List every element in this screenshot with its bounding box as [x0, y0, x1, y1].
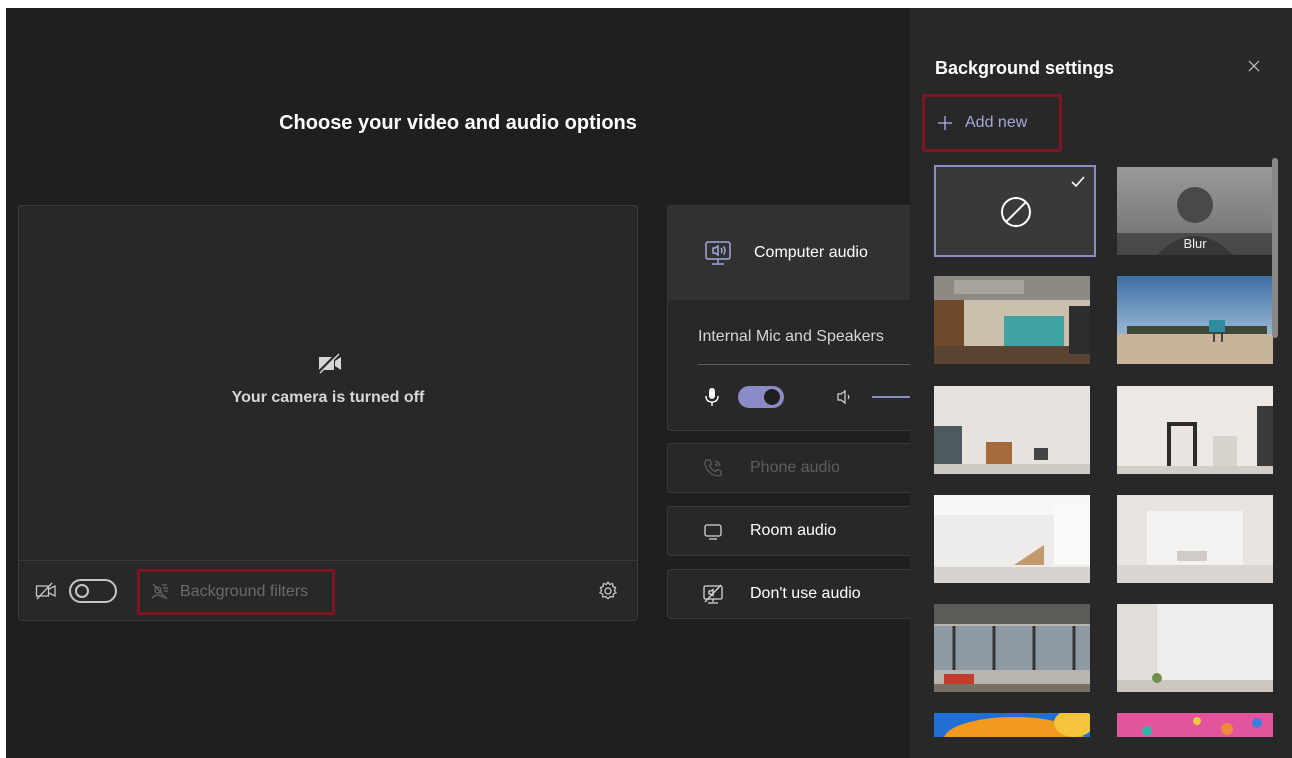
checkmark-icon — [1071, 176, 1085, 188]
background-filters-icon — [151, 583, 168, 600]
no-audio-option[interactable]: Don't use audio — [667, 569, 927, 619]
phone-audio-option[interactable]: Phone audio — [667, 443, 927, 493]
background-filters-label: Background filters — [180, 583, 309, 600]
white-corner-room-image — [1117, 604, 1273, 692]
background-white-room-mirror-option[interactable] — [1117, 386, 1273, 474]
add-new-label: Add new — [965, 114, 1028, 131]
computer-audio-label: Computer audio — [754, 244, 868, 261]
industrial-loft-image — [934, 604, 1090, 692]
computer-audio-panel: Computer audio Internal Mic and Speakers — [667, 205, 927, 431]
white-studio-image — [1117, 495, 1273, 583]
room-audio-option[interactable]: Room audio — [667, 506, 927, 556]
teams-join-screen: Choose your video and audio options Your… — [6, 8, 1292, 758]
background-industrial-loft-option[interactable] — [934, 604, 1090, 692]
background-none-option[interactable] — [934, 165, 1096, 257]
background-office-lounge-option[interactable] — [934, 276, 1090, 364]
gear-icon[interactable] — [597, 580, 619, 602]
background-white-loft-stairs-option[interactable] — [934, 495, 1090, 583]
audio-off-icon — [703, 584, 723, 604]
white-room-window-image — [934, 386, 1090, 474]
monitor-icon — [704, 524, 722, 540]
beach-image — [1117, 276, 1273, 364]
camera-off-icon — [317, 352, 341, 374]
add-new-button[interactable]: Add new — [922, 94, 1062, 152]
background-settings-title: Background settings — [935, 58, 1115, 78]
camera-status-text: Your camera is turned off — [231, 389, 425, 406]
background-white-corner-room-option[interactable] — [1117, 604, 1273, 692]
video-preview: Your camera is turned off — [19, 206, 637, 561]
white-loft-stairs-image — [934, 495, 1090, 583]
microphone-icon — [705, 388, 719, 406]
background-white-room-window-option[interactable] — [934, 386, 1090, 474]
no-audio-label: Don't use audio — [750, 585, 861, 602]
scrollbar[interactable] — [1272, 158, 1278, 338]
video-toolbar: Background filters — [19, 562, 637, 621]
background-orange-abstract-option[interactable] — [934, 713, 1090, 737]
plus-icon — [938, 116, 952, 130]
pink-abstract-image — [1117, 713, 1273, 737]
camera-off-icon — [35, 582, 56, 600]
audio-device-name[interactable]: Internal Mic and Speakers — [698, 328, 884, 346]
camera-toggle[interactable] — [69, 579, 117, 603]
page-title: Choose your video and audio options — [279, 112, 637, 134]
orange-abstract-image — [934, 713, 1090, 737]
phone-icon — [704, 459, 722, 477]
no-background-icon — [1001, 197, 1031, 227]
background-filters-button[interactable]: Background filters — [137, 569, 335, 615]
background-white-studio-option[interactable] — [1117, 495, 1273, 583]
blur-label: Blur — [1117, 233, 1273, 255]
video-preview-panel: Your camera is turned off Background fil… — [18, 205, 638, 621]
background-settings-panel: Background settings Add new Blur — [910, 8, 1292, 758]
office-lounge-image — [934, 276, 1090, 364]
background-beach-option[interactable] — [1117, 276, 1273, 364]
background-blur-option[interactable]: Blur — [1117, 167, 1273, 255]
speaker-icon — [837, 389, 850, 405]
background-pink-abstract-option[interactable] — [1117, 713, 1273, 737]
divider — [698, 364, 926, 365]
phone-audio-label: Phone audio — [750, 459, 840, 476]
microphone-toggle[interactable] — [738, 386, 784, 408]
computer-audio-option[interactable]: Computer audio — [668, 206, 926, 300]
computer-audio-icon — [705, 241, 731, 265]
room-audio-label: Room audio — [750, 522, 837, 539]
close-icon[interactable] — [1246, 58, 1262, 74]
white-room-mirror-image — [1117, 386, 1273, 474]
